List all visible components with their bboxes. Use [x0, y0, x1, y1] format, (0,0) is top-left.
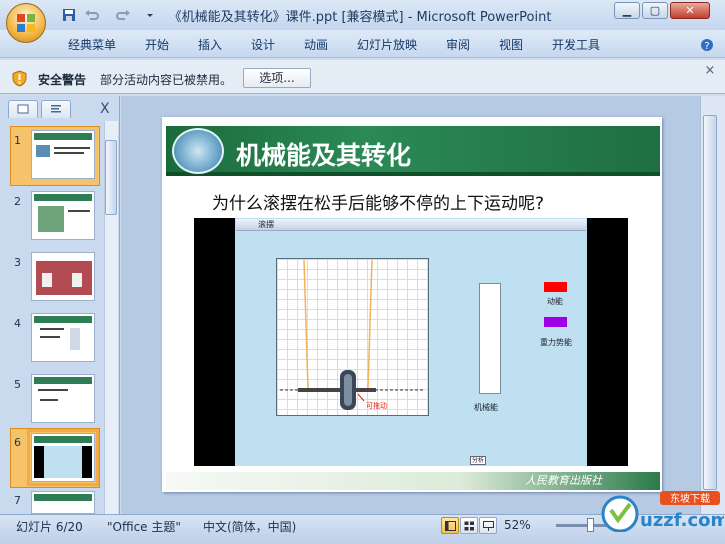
potential-energy-swatch: [544, 317, 567, 327]
flash-title-bar: [236, 219, 586, 231]
watermark-tag: 东坡下载: [670, 492, 710, 505]
security-close-button[interactable]: ×: [703, 64, 717, 79]
pane-close-button[interactable]: X: [100, 101, 110, 117]
zoom-level[interactable]: 52%: [504, 518, 531, 532]
tab-slideshow[interactable]: 幻灯片放映: [357, 36, 417, 53]
help-icon[interactable]: ?: [700, 38, 714, 52]
slides-tab-icon: [17, 104, 29, 114]
highway-emblem-image: [172, 128, 224, 174]
tab-developer[interactable]: 开发工具: [552, 36, 600, 53]
maximize-button[interactable]: ▢: [642, 2, 668, 19]
tab-animation[interactable]: 动画: [304, 36, 328, 53]
maxwell-pendulum-drawing[interactable]: 可拖动: [276, 258, 429, 416]
tab-classic-menu[interactable]: 经典菜单: [68, 36, 116, 53]
zoom-slider-thumb[interactable]: [587, 518, 594, 532]
redo-icon[interactable]: [115, 7, 131, 23]
slide-number: 6: [14, 436, 21, 449]
save-icon[interactable]: [61, 7, 77, 23]
svg-text:?: ?: [704, 41, 709, 52]
options-button[interactable]: 选项...: [243, 68, 311, 88]
slide-title[interactable]: 机械能及其转化: [236, 136, 411, 172]
undo-icon[interactable]: [84, 7, 100, 23]
slide-thumbnail[interactable]: [31, 191, 95, 240]
slideshow-icon: [483, 521, 494, 531]
slide-sorter-button[interactable]: [460, 517, 478, 534]
tab-home[interactable]: 开始: [145, 36, 169, 53]
close-button[interactable]: ✕: [670, 2, 710, 19]
slide-number: 3: [14, 256, 21, 269]
kinetic-energy-swatch: [544, 282, 567, 292]
tab-insert[interactable]: 插入: [198, 36, 222, 53]
slide-thumbnail[interactable]: [31, 252, 95, 301]
thumbnails-scroll-thumb[interactable]: [105, 140, 117, 215]
slide-thumbnail[interactable]: [31, 491, 95, 514]
office-logo-icon: [17, 14, 35, 32]
slide-thumbnail[interactable]: [31, 374, 95, 423]
normal-view-button[interactable]: [441, 517, 459, 534]
shield-icon: [12, 70, 27, 87]
slide-number: 1: [14, 134, 21, 147]
office-button[interactable]: [6, 3, 46, 43]
window-title: 《机械能及其转化》课件.ppt [兼容模式] - Microsoft Power…: [168, 10, 552, 25]
slide-counter: 幻灯片 6/20: [16, 520, 83, 534]
security-message: 部分活动内容已被禁用。: [100, 73, 233, 87]
uzzf-watermark-logo: 东坡下载 uzzf.com: [601, 491, 724, 532]
analyze-button[interactable]: 分析: [470, 456, 486, 465]
slide-thumbnail[interactable]: [31, 313, 95, 362]
slide-question[interactable]: 为什么滚摆在松手后能够不停的上下运动呢?: [212, 189, 544, 214]
theme-name: "Office 主题": [107, 520, 181, 534]
slide-number: 7: [14, 494, 21, 507]
tab-view[interactable]: 视图: [499, 36, 523, 53]
slide-number: 4: [14, 317, 21, 330]
potential-energy-label: 重力势能: [540, 338, 572, 347]
editor-scroll-thumb[interactable]: [703, 115, 717, 490]
mechanical-energy-bar: [479, 283, 501, 394]
slideshow-button[interactable]: [479, 517, 497, 534]
security-title: 安全警告: [38, 73, 87, 87]
slides-tab[interactable]: [8, 100, 38, 118]
mechanical-energy-label: 机械能: [474, 403, 498, 412]
tab-design[interactable]: 设计: [251, 36, 275, 53]
normal-view-icon: [445, 521, 456, 531]
slide-thumbnail[interactable]: [31, 130, 95, 179]
slide-number: 2: [14, 195, 21, 208]
slide-number: 5: [14, 378, 21, 391]
tab-review[interactable]: 审阅: [446, 36, 470, 53]
kinetic-energy-label: 动能: [547, 297, 563, 306]
minimize-button[interactable]: ▁: [614, 2, 640, 19]
publisher-logo: 人民教育出版社: [525, 474, 602, 487]
watermark-brand: uzzf.com: [640, 510, 724, 531]
drag-hint-label: 可拖动: [366, 401, 387, 410]
outline-tab-icon: [51, 105, 61, 113]
outline-tab[interactable]: [41, 100, 71, 118]
slide-thumbnail-selected[interactable]: [27, 429, 99, 486]
language-indicator[interactable]: 中文(简体，中国): [203, 518, 296, 535]
slide-sorter-icon: [464, 521, 474, 531]
flash-window-title: 滚摆: [258, 220, 274, 229]
